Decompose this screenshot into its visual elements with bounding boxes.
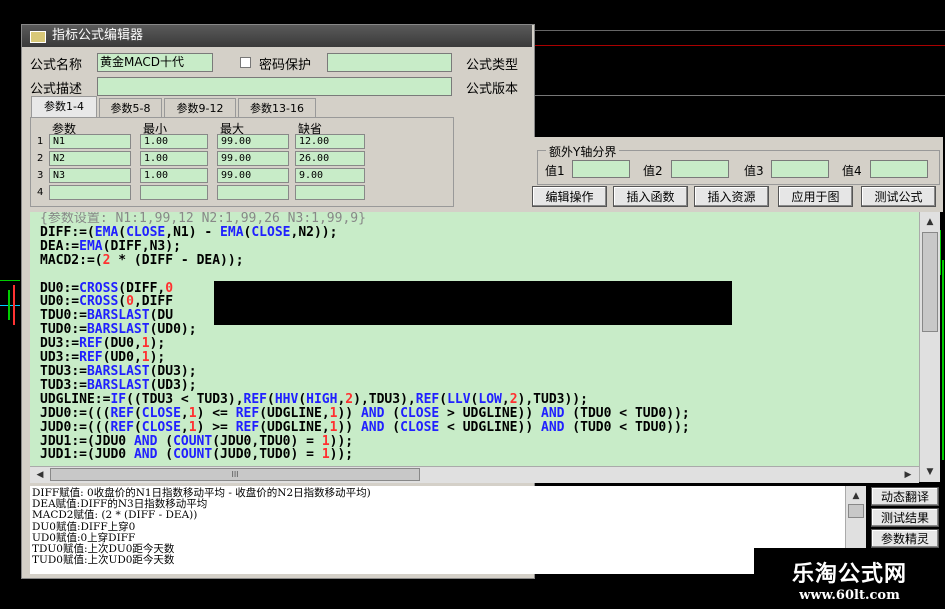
scroll-left-icon[interactable]: ◀ bbox=[32, 467, 48, 483]
test-formula-button[interactable]: 测试公式 bbox=[861, 186, 936, 207]
formula-desc-label: 公式描述 bbox=[30, 82, 83, 97]
window-title: 指标公式编辑器 bbox=[52, 28, 144, 43]
test-result-button[interactable]: 测试结果 bbox=[871, 508, 939, 527]
password-input[interactable] bbox=[327, 53, 452, 72]
row-index: 3 bbox=[37, 170, 44, 181]
code-editor[interactable]: {参数设置: N1:1,99,12 N2:1,99,26 N3:1,99,9} D… bbox=[30, 212, 919, 482]
output-line: MACD2赋值: (2 * (DIFF - DEA)) bbox=[32, 509, 198, 522]
code-line: {参数设置: N1:1,99,12 N2:1,99,26 N3:1,99,9} bbox=[40, 212, 366, 226]
row-index: 4 bbox=[37, 187, 44, 198]
yaxis-value1-label: 值1 bbox=[545, 164, 565, 178]
yaxis-value3-input[interactable] bbox=[771, 160, 829, 178]
apply-to-chart-button[interactable]: 应用于图 bbox=[778, 186, 853, 207]
editor-vertical-scrollbar[interactable]: ▲ ▼ bbox=[919, 212, 940, 482]
title-bar[interactable]: 指标公式编辑器 bbox=[22, 25, 532, 47]
code-line: JDU1:=(JDU0 AND (COUNT(JDU0,TDU0) = 1)); bbox=[40, 433, 354, 449]
param-default-cell[interactable]: 9.00 bbox=[295, 168, 365, 183]
yaxis-value3-label: 值3 bbox=[744, 164, 764, 178]
edit-operation-button[interactable]: 编辑操作 bbox=[532, 186, 607, 207]
formula-desc-input[interactable] bbox=[97, 77, 452, 96]
param-default-cell[interactable]: 12.00 bbox=[295, 134, 365, 149]
param-name-cell[interactable]: N1 bbox=[49, 134, 131, 149]
code-line: DU3:=REF(DU0,1); bbox=[40, 336, 166, 352]
param-name-cell[interactable] bbox=[49, 185, 131, 200]
yaxis-value2-label: 值2 bbox=[643, 164, 663, 178]
param-min-cell[interactable]: 1.00 bbox=[140, 151, 208, 166]
code-line: TUD0:=BARSLAST(UD0); bbox=[40, 322, 197, 338]
code-line: MACD2:=(2 * (DIFF - DEA)); bbox=[40, 252, 244, 268]
formula-name-label: 公式名称 bbox=[30, 58, 83, 73]
param-min-cell[interactable]: 1.00 bbox=[140, 168, 208, 183]
dynamic-translate-button[interactable]: 动态翻译 bbox=[871, 487, 939, 506]
chart-grid-line bbox=[535, 95, 945, 96]
code-line: DIFF:=(EMA(CLOSE,N1) - EMA(CLOSE,N2)); bbox=[40, 224, 338, 240]
scroll-up-icon[interactable]: ▲ bbox=[848, 488, 864, 504]
insert-function-button[interactable]: 插入函数 bbox=[613, 186, 688, 207]
code-line: UDGLINE:=IF((TDU3 < TUD3),REF(HHV(HIGH,2… bbox=[40, 391, 588, 407]
code-line: JUD1:=(JUD0 AND (COUNT(JUD0,TUD0) = 1)); bbox=[40, 447, 354, 463]
scroll-down-icon[interactable]: ▼ bbox=[922, 464, 938, 480]
scroll-thumb[interactable] bbox=[922, 232, 938, 332]
chart-grid-line bbox=[0, 305, 20, 306]
code-line: TDU3:=BARSLAST(DU3); bbox=[40, 363, 197, 379]
redacted-block bbox=[214, 281, 732, 325]
formula-version-label: 公式版本 bbox=[466, 82, 519, 97]
formula-name-input[interactable]: 黄金MACD十代 bbox=[97, 53, 213, 72]
site-watermark: 乐淘公式网 www.60lt.com bbox=[754, 548, 945, 609]
chart-grid-line bbox=[535, 45, 945, 46]
tab-params-13-16[interactable]: 参数13-16 bbox=[238, 98, 316, 118]
insert-resource-button[interactable]: 插入资源 bbox=[694, 186, 769, 207]
param-wizard-button[interactable]: 参数精灵 bbox=[871, 529, 939, 548]
tab-params-5-8[interactable]: 参数5-8 bbox=[99, 98, 162, 118]
yaxis-value4-input[interactable] bbox=[870, 160, 928, 178]
scroll-thumb[interactable]: III bbox=[50, 468, 420, 481]
chart-bar bbox=[8, 290, 10, 320]
tab-params-1-4[interactable]: 参数1-4 bbox=[31, 96, 97, 118]
param-name-cell[interactable]: N2 bbox=[49, 151, 131, 166]
chart-grid-line bbox=[0, 280, 20, 281]
param-max-cell[interactable]: 99.00 bbox=[217, 151, 289, 166]
chart-grid-line bbox=[535, 30, 945, 31]
code-line: TUD3:=BARSLAST(UD3); bbox=[40, 377, 197, 393]
translation-output[interactable]: DIFF赋值: 0收盘价的N1日指数移动平均 - 收盘价的N2日指数移动平均) D… bbox=[30, 486, 845, 574]
param-default-cell[interactable] bbox=[295, 185, 365, 200]
password-label: 密码保护 bbox=[259, 58, 312, 73]
output-text: DIFF赋值: 0收盘价的N1日指数移动平均 - 收盘价的N2日指数移动平均) D… bbox=[32, 487, 371, 567]
yaxis-value4-label: 值4 bbox=[842, 164, 862, 178]
code-line: JDU0:=(((REF(CLOSE,1) <= REF(UDGLINE,1))… bbox=[40, 405, 690, 421]
watermark-title: 乐淘公式网 bbox=[791, 562, 907, 587]
param-min-cell[interactable] bbox=[140, 185, 208, 200]
code-line: JUD0:=(((REF(CLOSE,1) >= REF(UDGLINE,1))… bbox=[40, 419, 690, 435]
row-index: 2 bbox=[37, 153, 44, 164]
param-max-cell[interactable]: 99.00 bbox=[217, 168, 289, 183]
code-line: UD3:=REF(UD0,1); bbox=[40, 350, 166, 366]
yaxis-value1-input[interactable] bbox=[572, 160, 630, 178]
watermark-url: www.60lt.com bbox=[799, 588, 900, 603]
password-checkbox[interactable] bbox=[240, 57, 251, 68]
scroll-right-icon[interactable]: ▶ bbox=[900, 467, 916, 483]
param-max-cell[interactable]: 99.00 bbox=[217, 134, 289, 149]
row-index: 1 bbox=[37, 136, 44, 147]
yaxis-value2-input[interactable] bbox=[671, 160, 729, 178]
window-icon bbox=[30, 31, 46, 43]
param-max-cell[interactable] bbox=[217, 185, 289, 200]
output-line: TUD0赋值:上次UD0距今天数 bbox=[32, 554, 175, 567]
code-line: DEA:=EMA(DIFF,N3); bbox=[40, 238, 181, 254]
param-name-cell[interactable]: N3 bbox=[49, 168, 131, 183]
code-text: {参数设置: N1:1,99,12 N2:1,99,26 N3:1,99,9} D… bbox=[40, 212, 690, 462]
tab-params-9-12[interactable]: 参数9-12 bbox=[164, 98, 236, 118]
chart-bar bbox=[13, 285, 15, 325]
scroll-up-icon[interactable]: ▲ bbox=[922, 214, 938, 230]
formula-type-label: 公式类型 bbox=[466, 58, 519, 73]
scroll-thumb[interactable] bbox=[848, 504, 864, 518]
chart-bar bbox=[942, 260, 944, 460]
editor-horizontal-scrollbar[interactable]: ◀ III ▶ bbox=[30, 466, 919, 483]
param-default-cell[interactable]: 26.00 bbox=[295, 151, 365, 166]
yaxis-group-label: 额外Y轴分界 bbox=[546, 143, 620, 160]
param-min-cell[interactable]: 1.00 bbox=[140, 134, 208, 149]
